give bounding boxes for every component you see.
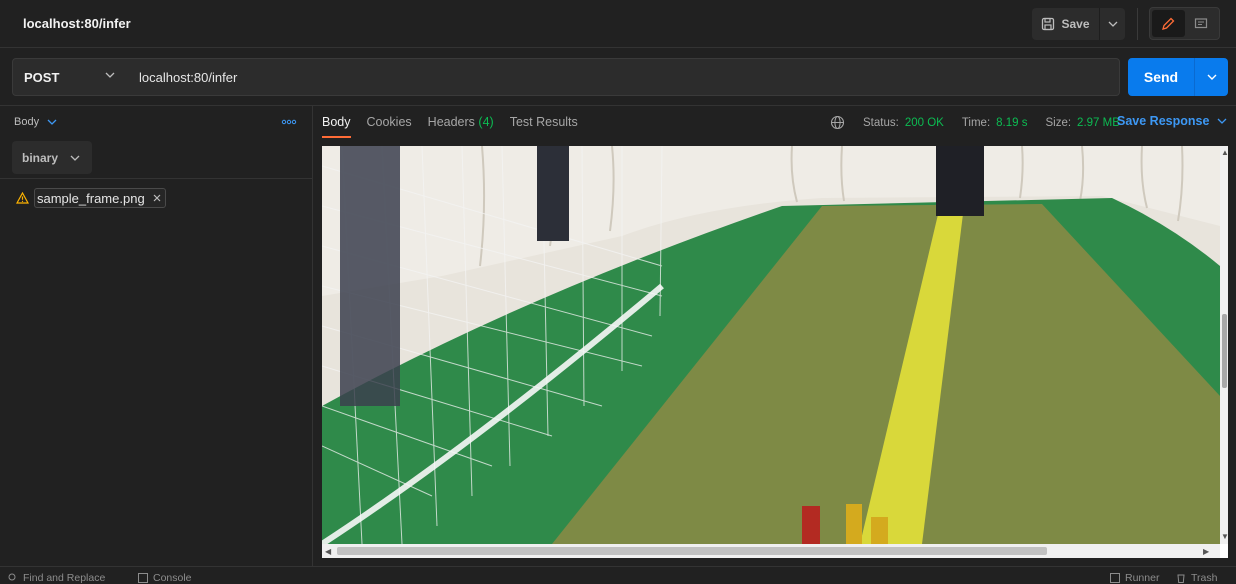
close-icon[interactable] [153,194,161,202]
trash-label: Trash [1191,572,1218,584]
top-bar: localhost:80/infer Save [0,0,1236,48]
response-image-viewer[interactable]: ▲ ▼ ◀ ▶ [322,146,1228,558]
edit-mode-button[interactable] [1152,10,1185,37]
request-tab-title[interactable]: localhost:80/infer [23,16,131,31]
tab-cookies[interactable]: Cookies [367,106,412,138]
runner-button[interactable]: Runner [1110,572,1159,584]
chevron-down-icon [70,155,80,161]
request-url-bar: POST localhost:80/infer Send [0,48,1236,106]
request-section-select[interactable]: Body [14,116,57,128]
save-options-button[interactable] [1100,8,1125,40]
tab-body[interactable]: Body [322,106,351,138]
tab-label: Body [322,115,351,129]
tab-test-results[interactable]: Test Results [510,106,578,138]
time-value[interactable]: 8.19 s [996,117,1027,129]
send-options-button[interactable] [1195,58,1228,96]
tab-headers[interactable]: Headers (4) [428,106,494,138]
file-name: sample_frame.png [37,190,145,206]
comments-mode-button[interactable] [1185,10,1218,37]
body-mode-select[interactable]: binary [12,141,92,174]
selected-file-row: sample_frame.png [16,188,166,208]
toolbar-divider [1137,8,1138,40]
chevron-down-icon [1217,118,1227,124]
console-label: Console [153,572,192,584]
more-options-icon[interactable] [281,114,297,135]
save-label: Save [1061,17,1090,31]
request-section-label: Body [14,116,40,128]
runner-icon [1110,573,1120,583]
body-mode-value: binary [22,150,59,165]
chevron-down-icon [1108,21,1117,27]
divider [0,178,313,179]
method-select[interactable]: POST [12,58,128,96]
time-label: Time: [961,116,991,129]
view-mode-toggle [1149,7,1220,40]
comment-icon [1194,17,1207,28]
request-pane: Body binary sample_frame.png [0,106,313,566]
trash-icon [1177,574,1185,583]
scroll-left-icon[interactable]: ◀ [325,547,331,556]
status-bar: Find and Replace Console Runner Trash [0,566,1236,584]
scroll-down-icon[interactable]: ▼ [1221,532,1228,541]
tab-label: Cookies [366,115,412,129]
tab-label: Headers [427,115,475,129]
chevron-down-icon [105,72,115,78]
console-icon [138,573,148,583]
scroll-up-icon[interactable]: ▲ [1221,148,1228,157]
size-label: Size: [1045,116,1072,129]
response-tabs: Body Cookies Headers (4) Test Results [322,106,578,138]
save-group: Save [1032,8,1125,40]
chevron-down-icon [1207,74,1216,80]
horizontal-scroll-thumb[interactable] [337,547,1047,555]
tab-label: Test Results [509,115,578,129]
vertical-scroll-thumb[interactable] [1222,314,1227,388]
save-icon [1042,17,1055,31]
find-replace-label: Find and Replace [23,572,106,584]
size-value[interactable]: 2.97 MB [1077,117,1120,129]
pencil-icon [1162,17,1175,30]
trash-button[interactable]: Trash [1176,572,1217,584]
response-pane: Body Cookies Headers (4) Test Results St… [314,106,1236,566]
url-input[interactable]: localhost:80/infer [127,58,1120,96]
send-button-group: Send [1128,58,1228,96]
save-response-label: Save Response [1117,114,1210,128]
warning-icon [16,192,29,204]
status-label: Status: [863,116,899,129]
send-button[interactable]: Send [1128,58,1195,96]
file-chip[interactable]: sample_frame.png [34,188,166,208]
save-button[interactable]: Save [1032,8,1100,40]
scroll-right-icon[interactable]: ▶ [1203,547,1209,556]
search-icon [8,573,16,581]
chevron-down-icon [47,119,57,125]
console-button[interactable]: Console [138,572,192,584]
status-value[interactable]: 200 OK [905,117,944,129]
response-image [322,146,1220,547]
runner-label: Runner [1125,572,1160,584]
response-meta: Status: 200 OK Time: 8.19 s Size: 2.97 M… [830,115,1120,130]
headers-count: (4) [478,115,494,129]
globe-icon[interactable] [830,115,845,130]
save-response-button[interactable]: Save Response [1117,114,1227,128]
method-value: POST [24,69,60,85]
find-replace-button[interactable]: Find and Replace [8,572,105,584]
